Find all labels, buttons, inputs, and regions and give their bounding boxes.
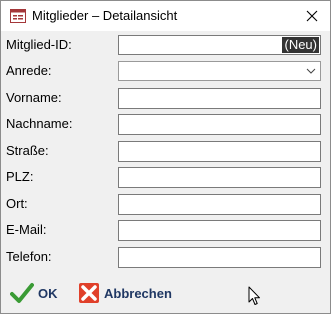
telefon-field[interactable] xyxy=(118,247,321,268)
label-anrede: Anrede: xyxy=(6,63,52,78)
dropdown-button[interactable] xyxy=(302,62,320,80)
close-icon xyxy=(306,10,318,22)
label-email: E-Mail: xyxy=(6,222,47,237)
plz-field[interactable] xyxy=(118,167,321,188)
window-title: Mitglieder – Detailansicht xyxy=(32,8,178,23)
ort-field[interactable] xyxy=(118,194,321,215)
ok-label: OK xyxy=(38,285,58,301)
nachname-field[interactable] xyxy=(118,114,321,135)
label-ort: Ort: xyxy=(6,196,28,211)
mouse-cursor-icon xyxy=(248,286,261,311)
label-vorname: Vorname: xyxy=(6,90,62,105)
mitglied-id-field[interactable]: (Neu) xyxy=(118,35,321,55)
new-record-badge: (Neu) xyxy=(282,37,319,53)
checkmark-icon xyxy=(10,283,34,303)
vorname-field[interactable] xyxy=(118,88,321,109)
email-field[interactable] xyxy=(118,220,321,241)
form-icon xyxy=(10,8,26,24)
chevron-down-icon xyxy=(306,68,316,74)
label-telefon: Telefon: xyxy=(6,249,52,264)
anrede-select[interactable] xyxy=(118,61,321,81)
ok-button[interactable]: OK xyxy=(10,280,58,306)
close-button[interactable] xyxy=(294,1,330,31)
cancel-x-icon xyxy=(79,283,99,303)
cancel-label: Abbrechen xyxy=(104,285,172,301)
dialog-window: Mitglieder – Detailansicht Mitglied-ID: … xyxy=(0,0,331,314)
cancel-button[interactable]: Abbrechen xyxy=(78,280,172,306)
label-plz: PLZ: xyxy=(6,169,34,184)
title-bar[interactable]: Mitglieder – Detailansicht xyxy=(1,1,330,31)
label-nachname: Nachname: xyxy=(6,116,73,131)
strasse-field[interactable] xyxy=(118,141,321,162)
label-strasse: Straße: xyxy=(6,143,49,158)
label-mitglied-id: Mitglied-ID: xyxy=(6,37,72,52)
